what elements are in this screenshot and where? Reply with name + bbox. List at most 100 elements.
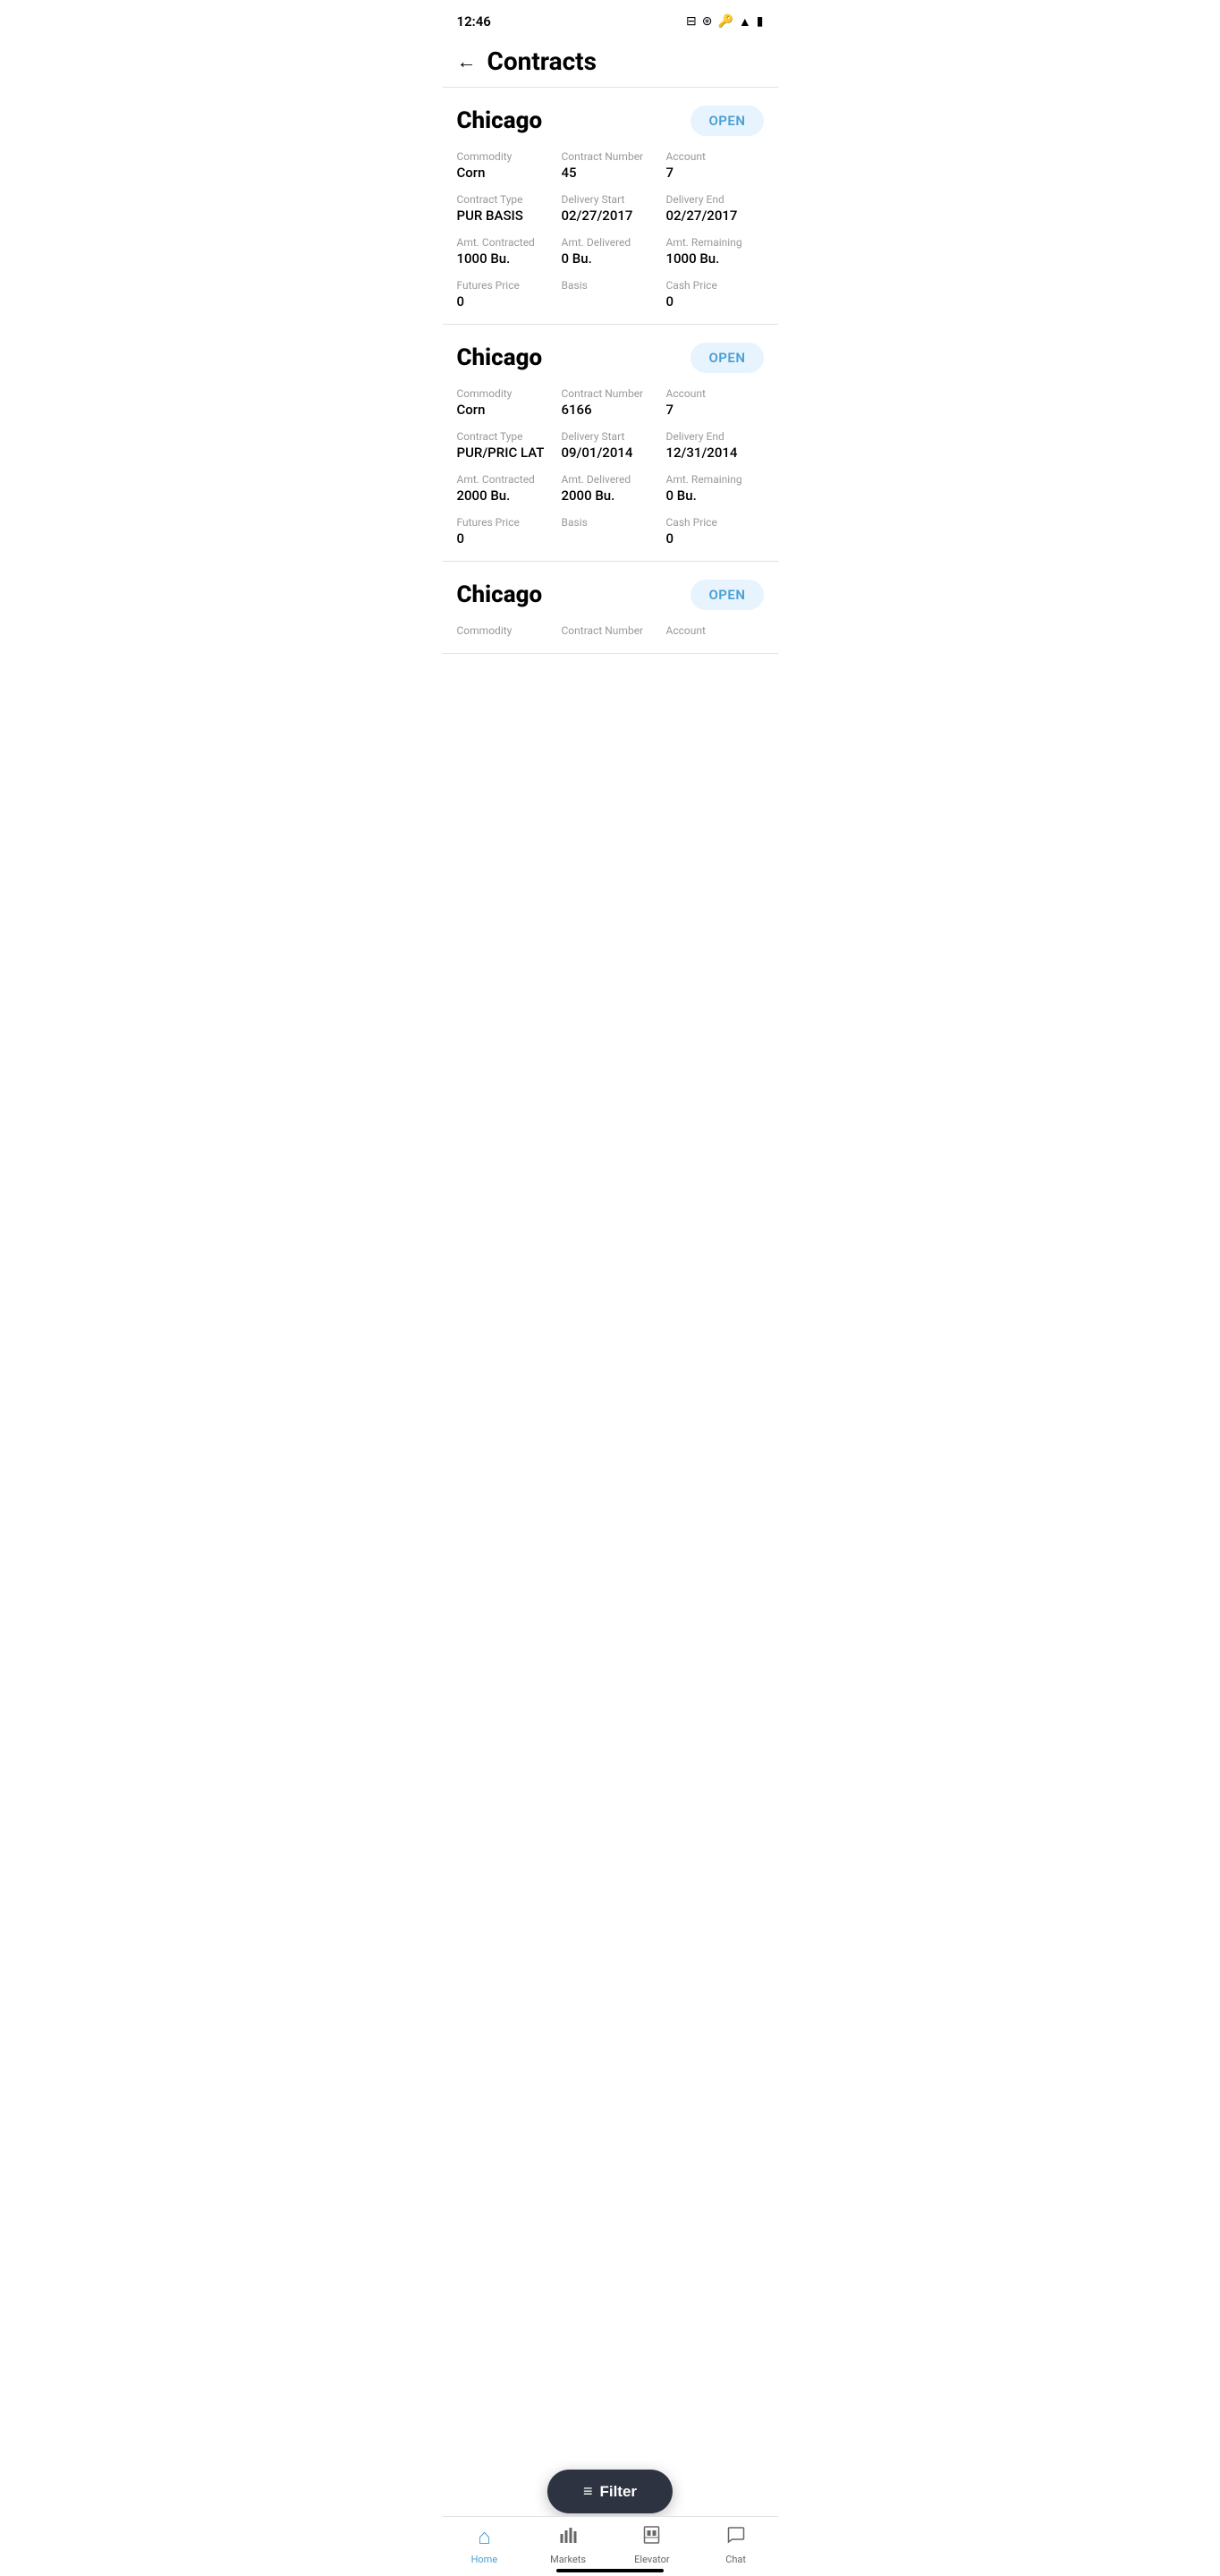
contract-number-value-1: 45 <box>562 165 659 181</box>
amt-contracted-field-1: Amt. Contracted 1000 Bu. <box>457 236 555 267</box>
status-badge-2: OPEN <box>690 343 763 373</box>
status-bar: 12:46 ⊟ ⊛ 🔑 ▲ ▮ <box>443 0 778 39</box>
cash-price-field-2: Cash Price 0 <box>666 516 764 547</box>
filter-icon: ≡ <box>583 2482 593 2501</box>
card-header-3: Chicago OPEN <box>457 580 764 610</box>
amt-contracted-value-2: 2000 Bu. <box>457 487 555 504</box>
account-field-3: Account <box>666 624 764 639</box>
delivery-start-value-1: 02/27/2017 <box>562 208 659 224</box>
account-value-2: 7 <box>666 402 764 418</box>
contract-number-value-2: 6166 <box>562 402 659 418</box>
futures-price-field-2: Futures Price 0 <box>457 516 555 547</box>
contract-number-label-2: Contract Number <box>562 387 659 400</box>
amt-remaining-field-2: Amt. Remaining 0 Bu. <box>666 473 764 504</box>
commodity-label-1: Commodity <box>457 150 555 163</box>
delivery-end-value-1: 02/27/2017 <box>666 208 764 224</box>
delivery-end-label-1: Delivery End <box>666 193 764 206</box>
markets-icon <box>558 2525 578 2550</box>
futures-price-value-1: 0 <box>457 293 555 309</box>
commodity-field-1: Commodity Corn <box>457 150 555 181</box>
fields-grid-3: Commodity Contract Number Account <box>457 624 764 639</box>
delivery-start-label-1: Delivery Start <box>562 193 659 206</box>
cash-price-field-1: Cash Price 0 <box>666 279 764 309</box>
location-name-3: Chicago <box>457 581 543 608</box>
account-field-2: Account 7 <box>666 387 764 418</box>
commodity-label-3: Commodity <box>457 624 555 637</box>
chat-label: Chat <box>725 2554 746 2565</box>
contract-card-2: Chicago OPEN Commodity Corn Contract Num… <box>443 325 778 562</box>
page-title: Contracts <box>487 47 597 76</box>
amt-contracted-label-2: Amt. Contracted <box>457 473 555 486</box>
amt-contracted-value-1: 1000 Bu. <box>457 250 555 267</box>
markets-label: Markets <box>550 2554 586 2565</box>
amt-remaining-value-2: 0 Bu. <box>666 487 764 504</box>
nav-chat[interactable]: Chat <box>694 2525 778 2565</box>
delivery-end-field-1: Delivery End 02/27/2017 <box>666 193 764 224</box>
fields-grid-2: Commodity Corn Contract Number 6166 Acco… <box>457 387 764 547</box>
delivery-start-value-2: 09/01/2014 <box>562 445 659 461</box>
futures-price-field-1: Futures Price 0 <box>457 279 555 309</box>
amt-delivered-value-1: 0 Bu. <box>562 250 659 267</box>
contract-type-label-2: Contract Type <box>457 430 555 443</box>
account-label-1: Account <box>666 150 764 163</box>
cash-price-label-2: Cash Price <box>666 516 764 529</box>
contract-card-1: Chicago OPEN Commodity Corn Contract Num… <box>443 88 778 325</box>
amt-delivered-label-2: Amt. Delivered <box>562 473 659 486</box>
status-icons: ⊟ ⊛ 🔑 ▲ ▮ <box>686 14 763 30</box>
commodity-field-2: Commodity Corn <box>457 387 555 418</box>
wifi-icon: ▲ <box>739 14 751 30</box>
contract-number-field-2: Contract Number 6166 <box>562 387 659 418</box>
contract-card-3: Chicago OPEN Commodity Contract Number A… <box>443 562 778 654</box>
nav-home[interactable]: ⌂ Home <box>443 2524 527 2565</box>
amt-contracted-field-2: Amt. Contracted 2000 Bu. <box>457 473 555 504</box>
futures-price-label-1: Futures Price <box>457 279 555 292</box>
futures-price-value-2: 0 <box>457 530 555 547</box>
delivery-start-field-2: Delivery Start 09/01/2014 <box>562 430 659 461</box>
commodity-value-1: Corn <box>457 165 555 181</box>
contracts-list: Chicago OPEN Commodity Corn Contract Num… <box>443 88 778 725</box>
account-value-1: 7 <box>666 165 764 181</box>
delivery-end-value-2: 12/31/2014 <box>666 445 764 461</box>
amt-remaining-field-1: Amt. Remaining 1000 Bu. <box>666 236 764 267</box>
contract-type-label-1: Contract Type <box>457 193 555 206</box>
amt-remaining-label-1: Amt. Remaining <box>666 236 764 249</box>
basis-label-1: Basis <box>562 279 659 292</box>
amt-delivered-value-2: 2000 Bu. <box>562 487 659 504</box>
amt-delivered-field-2: Amt. Delivered 2000 Bu. <box>562 473 659 504</box>
amt-remaining-value-1: 1000 Bu. <box>666 250 764 267</box>
card-header-2: Chicago OPEN <box>457 343 764 373</box>
status-badge-1: OPEN <box>690 106 763 136</box>
filter-label: Filter <box>599 2483 637 2501</box>
elevator-icon <box>642 2525 662 2550</box>
commodity-field-3: Commodity <box>457 624 555 639</box>
cash-price-value-2: 0 <box>666 530 764 547</box>
home-icon: ⌂ <box>478 2524 491 2550</box>
contract-type-value-2: PUR/PRIC LAT <box>457 445 555 461</box>
contract-type-field-1: Contract Type PUR BASIS <box>457 193 555 224</box>
location-name-2: Chicago <box>457 344 543 371</box>
amt-remaining-label-2: Amt. Remaining <box>666 473 764 486</box>
filter-button[interactable]: ≡ Filter <box>547 2470 673 2513</box>
basis-field-1: Basis <box>562 279 659 309</box>
nav-markets[interactable]: Markets <box>526 2525 610 2565</box>
amt-delivered-label-1: Amt. Delivered <box>562 236 659 249</box>
cash-price-value-1: 0 <box>666 293 764 309</box>
back-button[interactable]: ← <box>457 50 477 73</box>
basis-label-2: Basis <box>562 516 659 529</box>
fields-grid-1: Commodity Corn Contract Number 45 Accoun… <box>457 150 764 309</box>
delivery-end-field-2: Delivery End 12/31/2014 <box>666 430 764 461</box>
filter-overlay: ≡ Filter <box>547 2470 673 2513</box>
cash-price-label-1: Cash Price <box>666 279 764 292</box>
account-field-1: Account 7 <box>666 150 764 181</box>
account-label-3: Account <box>666 624 764 637</box>
commodity-value-2: Corn <box>457 402 555 418</box>
card-header-1: Chicago OPEN <box>457 106 764 136</box>
location-name-1: Chicago <box>457 107 543 134</box>
contract-type-field-2: Contract Type PUR/PRIC LAT <box>457 430 555 461</box>
header: ← Contracts <box>443 39 778 88</box>
nav-elevator[interactable]: Elevator <box>610 2525 694 2565</box>
delivery-start-field-1: Delivery Start 02/27/2017 <box>562 193 659 224</box>
commodity-label-2: Commodity <box>457 387 555 400</box>
contract-type-value-1: PUR BASIS <box>457 208 555 224</box>
contract-number-field-3: Contract Number <box>562 624 659 639</box>
